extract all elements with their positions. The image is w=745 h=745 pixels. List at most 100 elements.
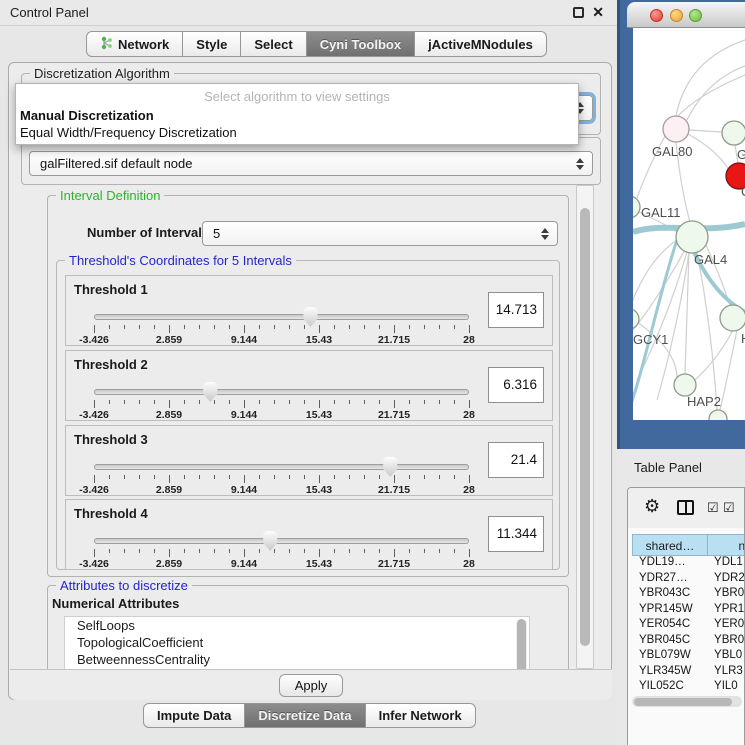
scrollbar-thumb[interactable] <box>634 698 732 706</box>
network-graph: GAL80 G C GAL11 GAL4 GCY1 H HAP2 <box>633 28 745 420</box>
tab-discretize-data[interactable]: Discretize Data <box>245 703 365 728</box>
table-cell: YER0 <box>705 618 745 634</box>
cyni-toolbox-panel: Discretization Algorithm Select algorith… <box>8 62 612 700</box>
table-row[interactable]: YBR043CYBR0 <box>632 587 745 603</box>
attribute-list-item[interactable]: TopologicalCoefficient <box>65 634 529 651</box>
slider-track[interactable] <box>94 464 469 470</box>
algorithm-option[interactable]: Manual Discretization <box>16 107 578 124</box>
threshold-slider[interactable]: -3.4262.8599.14415.4321.71528 <box>94 532 469 568</box>
attributes-group-label: Attributes to discretize <box>56 578 192 593</box>
tab-network[interactable]: Network <box>86 31 183 57</box>
slider-track[interactable] <box>94 314 469 320</box>
table-row[interactable]: YDR27…YDR2 <box>632 572 745 588</box>
apply-button[interactable]: Apply <box>279 674 343 697</box>
node-gal80[interactable] <box>663 116 689 142</box>
node-label: GAL80 <box>652 144 692 159</box>
tab-infer-network[interactable]: Infer Network <box>366 703 476 728</box>
gear-icon[interactable]: ⚙ <box>644 496 660 517</box>
main-scrollbar[interactable] <box>576 185 594 669</box>
scale-labels: -3.4262.8599.14415.4321.71528 <box>94 334 469 346</box>
table-row[interactable]: YPR145WYPR1 <box>632 603 745 619</box>
tab-cyni-toolbox[interactable]: Cyni Toolbox <box>307 31 415 57</box>
numerical-attributes-label: Numerical Attributes <box>52 596 179 611</box>
column-header[interactable]: shared… <box>632 534 708 556</box>
slider-thumb[interactable] <box>202 382 218 402</box>
slider-thumb[interactable] <box>262 531 278 551</box>
float-window-icon[interactable] <box>573 7 584 18</box>
node-h[interactable] <box>720 305 745 331</box>
algorithm-option[interactable]: Equal Width/Frequency Discretization <box>16 124 578 141</box>
node-bottom[interactable] <box>709 410 727 420</box>
tab-label: Cyni Toolbox <box>320 37 401 52</box>
tab-label: Impute Data <box>157 708 231 723</box>
column-header[interactable]: name <box>708 534 745 556</box>
slider-track[interactable] <box>94 538 469 544</box>
scale-labels: -3.4262.8599.14415.4321.71528 <box>94 484 469 496</box>
slider-track[interactable] <box>94 389 469 395</box>
tab-jactivemnodules[interactable]: jActiveMNodules <box>415 31 547 57</box>
threshold-value-field[interactable]: 6.316 <box>488 367 544 403</box>
close-window-icon[interactable] <box>650 9 663 22</box>
discretization-algorithm-label: Discretization Algorithm <box>30 66 174 81</box>
table-row[interactable]: YBL079WYBL0 <box>632 649 745 665</box>
split-columns-icon[interactable] <box>677 500 694 515</box>
table-data-combobox[interactable]: galFiltered.sif default node <box>29 151 593 176</box>
threshold-panel: Threshold 4-3.4262.8599.14415.4321.71528… <box>65 499 553 570</box>
scrollbar-thumb[interactable] <box>517 619 526 669</box>
scale-labels: -3.4262.8599.14415.4321.71528 <box>94 409 469 421</box>
threshold-value-field[interactable]: 11.344 <box>488 516 544 552</box>
node-hap2[interactable] <box>674 374 696 396</box>
slider-thumb[interactable] <box>302 307 318 327</box>
node-gcy1[interactable] <box>633 309 639 329</box>
minimize-window-icon[interactable] <box>670 9 683 22</box>
threshold-panel: Threshold 2-3.4262.8599.14415.4321.71528… <box>65 350 553 421</box>
checkbox-icon[interactable]: ☑ <box>723 500 736 516</box>
node-label: G <box>737 147 745 162</box>
threshold-value-field[interactable]: 14.713 <box>488 292 544 328</box>
table-row[interactable]: YER054CYER0 <box>632 618 745 634</box>
attribute-list-item[interactable]: BetweennessCentrality <box>65 651 529 668</box>
attribute-list-item[interactable]: SelfLoops <box>65 617 529 634</box>
node-gal11[interactable] <box>633 196 640 218</box>
threshold-slider[interactable]: -3.4262.8599.14415.4321.71528 <box>94 383 469 419</box>
close-panel-icon[interactable]: ✕ <box>592 6 604 19</box>
node-top-right[interactable] <box>722 121 745 145</box>
zoom-window-icon[interactable] <box>689 9 702 22</box>
combo-arrows-icon <box>541 228 549 240</box>
table-row[interactable]: YBR045CYBR0 <box>632 634 745 650</box>
table-header[interactable]: shared…name <box>632 534 745 556</box>
tab-label: jActiveMNodules <box>428 37 533 52</box>
tab-impute-data[interactable]: Impute Data <box>143 703 245 728</box>
table-hscrollbar[interactable] <box>632 696 742 707</box>
network-window-titlebar <box>627 2 745 28</box>
node-label: HAP2 <box>687 394 721 409</box>
node-gal4[interactable] <box>676 221 708 253</box>
tab-label: Select <box>254 37 292 52</box>
numerical-attributes-list[interactable]: SelfLoopsTopologicalCoefficientBetweenne… <box>64 616 530 669</box>
table-row[interactable]: YIL052CYIL0 <box>632 680 745 694</box>
slider-thumb[interactable] <box>382 457 398 477</box>
scrollbar-thumb[interactable] <box>580 208 590 646</box>
attributes-scrollbar[interactable] <box>516 619 527 669</box>
tick-ruler <box>94 475 469 483</box>
tab-label: Discretize Data <box>258 708 351 723</box>
network-canvas[interactable]: GAL80 G C GAL11 GAL4 GCY1 H HAP2 <box>633 28 745 420</box>
checkbox-icon[interactable]: ☑ <box>707 500 720 516</box>
algorithm-options: Manual DiscretizationEqual Width/Frequen… <box>16 107 578 141</box>
attributes-group: Attributes to discretize Numerical Attri… <box>47 585 569 669</box>
threshold-label: Threshold 1 <box>74 282 148 297</box>
threshold-value-field[interactable]: 21.4 <box>488 442 544 478</box>
threshold-coordinates-label: Threshold's Coordinates for 5 Intervals <box>65 253 296 268</box>
bottom-tab-strip: Impute Data Discretize Data Infer Network <box>143 703 476 728</box>
tab-style[interactable]: Style <box>183 31 241 57</box>
table-row[interactable]: YDL19…YDL1 <box>632 556 745 572</box>
apply-band: Apply <box>10 669 612 700</box>
table-row[interactable]: YLR345WYLR3 <box>632 665 745 681</box>
tab-select[interactable]: Select <box>241 31 306 57</box>
threshold-slider[interactable]: -3.4262.8599.14415.4321.71528 <box>94 308 469 344</box>
node-label: GCY1 <box>633 332 668 347</box>
threshold-slider[interactable]: -3.4262.8599.14415.4321.71528 <box>94 458 469 494</box>
table-cell: YER054C <box>632 618 705 634</box>
number-of-intervals-combobox[interactable]: 5 <box>202 221 558 246</box>
settings-scroll-area: Interval Definition Number of Intervals … <box>15 185 576 669</box>
